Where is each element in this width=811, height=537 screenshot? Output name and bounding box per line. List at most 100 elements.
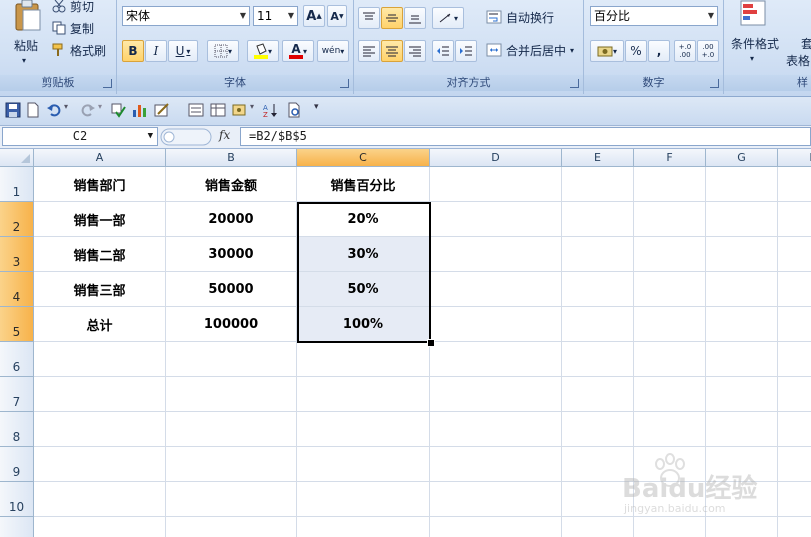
align-right-button[interactable]	[404, 40, 426, 62]
spell-check-icon[interactable]	[110, 102, 126, 118]
row-header-5[interactable]: 5	[0, 307, 34, 342]
orientation-button[interactable]: ▾	[432, 7, 464, 29]
underline-button[interactable]: U ▾	[168, 40, 198, 62]
font-size-combo[interactable]: 11 ▼	[253, 6, 298, 26]
table-icon[interactable]	[210, 102, 226, 118]
cell-b4[interactable]: 50000	[166, 272, 297, 307]
fill-color-button[interactable]: ▾	[247, 40, 279, 62]
cell-b2[interactable]: 20000	[166, 202, 297, 237]
row-header-8[interactable]: 8	[0, 412, 34, 447]
form-icon[interactable]	[188, 102, 204, 118]
font-name-combo[interactable]: 宋体 ▼	[122, 6, 250, 26]
increase-indent-button[interactable]	[455, 40, 477, 62]
number-launcher-icon[interactable]	[710, 79, 719, 88]
number-format-combo[interactable]: 百分比 ▼	[590, 6, 718, 26]
column-header-e[interactable]: E	[562, 149, 634, 167]
fill-handle[interactable]	[427, 339, 435, 347]
select-all-button[interactable]	[0, 149, 34, 167]
format-as-table-label-2[interactable]: 表格	[786, 50, 810, 70]
align-top-button[interactable]	[358, 7, 380, 29]
cell-c1[interactable]: 销售百分比	[297, 167, 430, 202]
name-box[interactable]: C2 ▼	[2, 127, 158, 146]
formula-bar-grip-icon[interactable]	[160, 128, 212, 146]
wrap-text-button[interactable]: 自动换行	[486, 7, 554, 27]
column-header-f[interactable]: F	[634, 149, 706, 167]
chevron-down-icon: ▼	[707, 11, 714, 20]
row-header-3[interactable]: 3	[0, 237, 34, 272]
grow-font-icon: A	[306, 8, 317, 24]
insert-function-icon[interactable]: fx	[219, 128, 230, 142]
font-launcher-icon[interactable]	[340, 79, 349, 88]
save-icon[interactable]	[5, 102, 21, 118]
chart-icon[interactable]	[132, 102, 148, 118]
font-color-button[interactable]: A ▾	[282, 40, 314, 62]
row-header-4[interactable]: 4	[0, 272, 34, 307]
phonetic-button[interactable]: wén ▾	[317, 40, 349, 62]
increase-decimal-button[interactable]: +.0 .00	[674, 40, 696, 62]
column-header-h[interactable]: H	[778, 149, 811, 167]
cell-a3[interactable]: 销售二部	[34, 237, 166, 272]
percent-style-button[interactable]: %	[625, 40, 647, 62]
cell-c2[interactable]: 20%	[297, 202, 430, 237]
row-header-11[interactable]	[0, 517, 34, 537]
copy-button[interactable]: 复制	[52, 18, 94, 38]
paste-dropdown-icon[interactable]: ▾	[22, 50, 26, 70]
bold-button[interactable]: B	[122, 40, 144, 62]
conditional-formatting-button[interactable]: 条件格式	[731, 33, 779, 53]
row-header-6[interactable]: 6	[0, 342, 34, 377]
undo-icon[interactable]	[46, 102, 62, 118]
cell-a1[interactable]: 销售部门	[34, 167, 166, 202]
format-painter-button[interactable]: 格式刷	[52, 40, 106, 60]
column-header-g[interactable]: G	[706, 149, 778, 167]
macro-icon[interactable]	[232, 102, 248, 118]
row-header-1[interactable]: 1	[0, 167, 34, 202]
align-bottom-button[interactable]	[404, 7, 426, 29]
cell-a5[interactable]: 总计	[34, 307, 166, 342]
row-header-9[interactable]: 9	[0, 447, 34, 482]
edit-chart-icon[interactable]	[154, 102, 170, 118]
italic-button[interactable]: I	[145, 40, 167, 62]
column-header-d[interactable]: D	[430, 149, 562, 167]
row-header-2[interactable]: 2	[0, 202, 34, 237]
align-middle-button[interactable]	[381, 7, 403, 29]
merge-center-button[interactable]: 合并后居中 ▾	[486, 40, 574, 60]
cell-a4[interactable]: 销售三部	[34, 272, 166, 307]
shrink-font-button[interactable]: A ▼	[327, 5, 347, 27]
customize-qat-icon[interactable]: ▾	[314, 102, 330, 118]
row-header-10[interactable]: 10	[0, 482, 34, 517]
cell-b3[interactable]: 30000	[166, 237, 297, 272]
align-center-icon	[386, 46, 398, 57]
paste-icon[interactable]	[14, 0, 42, 32]
cell-b5[interactable]: 100000	[166, 307, 297, 342]
underline-icon: U	[175, 44, 185, 58]
accounting-format-button[interactable]: ▾	[590, 40, 624, 62]
print-preview-icon[interactable]	[286, 102, 302, 118]
sort-icon[interactable]: AZ	[262, 102, 278, 118]
cell-c4[interactable]: 50%	[297, 272, 430, 307]
quick-access-toolbar: ▾ ▾ ▾ AZ ▾	[0, 97, 811, 126]
column-header-c[interactable]: C	[297, 149, 430, 167]
conditional-formatting-icon[interactable]	[740, 0, 766, 28]
row-header-7[interactable]: 7	[0, 377, 34, 412]
cell-b1[interactable]: 销售金额	[166, 167, 297, 202]
clipboard-launcher-icon[interactable]	[103, 79, 112, 88]
column-header-a[interactable]: A	[34, 149, 166, 167]
decrease-indent-button[interactable]	[432, 40, 454, 62]
cut-button[interactable]: 剪切	[52, 0, 94, 16]
decrease-decimal-button[interactable]: .00 +.0	[697, 40, 719, 62]
redo-icon[interactable]	[80, 102, 96, 118]
new-document-icon[interactable]	[25, 102, 41, 118]
cell-a2[interactable]: 销售一部	[34, 202, 166, 237]
align-left-button[interactable]	[358, 40, 380, 62]
comma-style-button[interactable]: ,	[648, 40, 670, 62]
formula-input[interactable]: =B2/$B$5	[240, 127, 811, 146]
watermark-logo: Baidu经验	[622, 474, 758, 504]
borders-button[interactable]: ▾	[207, 40, 239, 62]
cell-c5[interactable]: 100%	[297, 307, 430, 342]
cell-c3[interactable]: 30%	[297, 237, 430, 272]
undo-dropdown-icon[interactable]: ▾	[64, 102, 80, 118]
grow-font-button[interactable]: A ▲	[303, 5, 325, 27]
align-center-button[interactable]	[381, 40, 403, 62]
column-header-b[interactable]: B	[166, 149, 297, 167]
alignment-launcher-icon[interactable]	[570, 79, 579, 88]
